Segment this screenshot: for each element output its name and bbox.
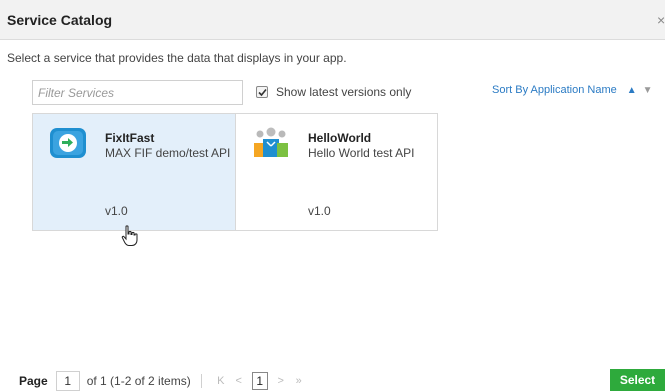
current-page-button[interactable]: 1 (251, 372, 268, 390)
pager-divider (200, 374, 202, 388)
next-page-icon[interactable]: > (272, 375, 290, 387)
service-description: MAX FIF demo/test API (105, 146, 231, 160)
checkmark-icon (258, 88, 267, 97)
page-count-text: of 1 (1-2 of 2 items) (86, 374, 191, 388)
select-button[interactable]: Select (610, 369, 665, 391)
service-description: Hello World test API (308, 146, 415, 160)
previous-page-icon[interactable]: < (230, 375, 248, 387)
helloworld-icon (254, 127, 288, 157)
sort-ascending-icon[interactable]: ▲ (627, 85, 637, 96)
latest-versions-toggle[interactable]: Show latest versions only (256, 85, 411, 99)
last-page-icon[interactable]: » (290, 375, 308, 387)
sort-control: Sort By Application Name ▲ ▼ (492, 84, 653, 96)
latest-versions-checkbox[interactable] (256, 86, 268, 98)
page-number-input[interactable] (55, 371, 80, 391)
latest-versions-label: Show latest versions only (276, 85, 412, 99)
service-card-helloworld[interactable]: HelloWorld Hello World test API v1.0 (235, 114, 437, 230)
service-name: FixItFast (105, 131, 155, 145)
first-page-icon[interactable]: K (212, 375, 230, 387)
dialog-title: Service Catalog (7, 12, 113, 28)
sort-descending-icon[interactable]: ▼ (643, 85, 653, 96)
service-version: v1.0 (105, 204, 128, 218)
service-card-list: FixItFast MAX FIF demo/test API v1.0 Hel… (32, 113, 438, 231)
filter-services-input[interactable] (32, 80, 243, 105)
page-label: Page (19, 374, 48, 388)
service-version: v1.0 (308, 204, 331, 218)
service-name: HelloWorld (308, 131, 372, 145)
close-icon[interactable]: × (657, 12, 665, 28)
service-card-fixitfast[interactable]: FixItFast MAX FIF demo/test API v1.0 (33, 114, 235, 230)
fixitfast-icon (50, 128, 86, 158)
pagination: Page of 1 (1-2 of 2 items) K < 1 > » (19, 371, 308, 391)
sort-label[interactable]: Sort By Application Name (492, 84, 617, 96)
hand-pointer-cursor-icon (121, 225, 138, 246)
dialog-header: Service Catalog × (0, 0, 665, 40)
instructions-text: Select a service that provides the data … (7, 51, 347, 65)
